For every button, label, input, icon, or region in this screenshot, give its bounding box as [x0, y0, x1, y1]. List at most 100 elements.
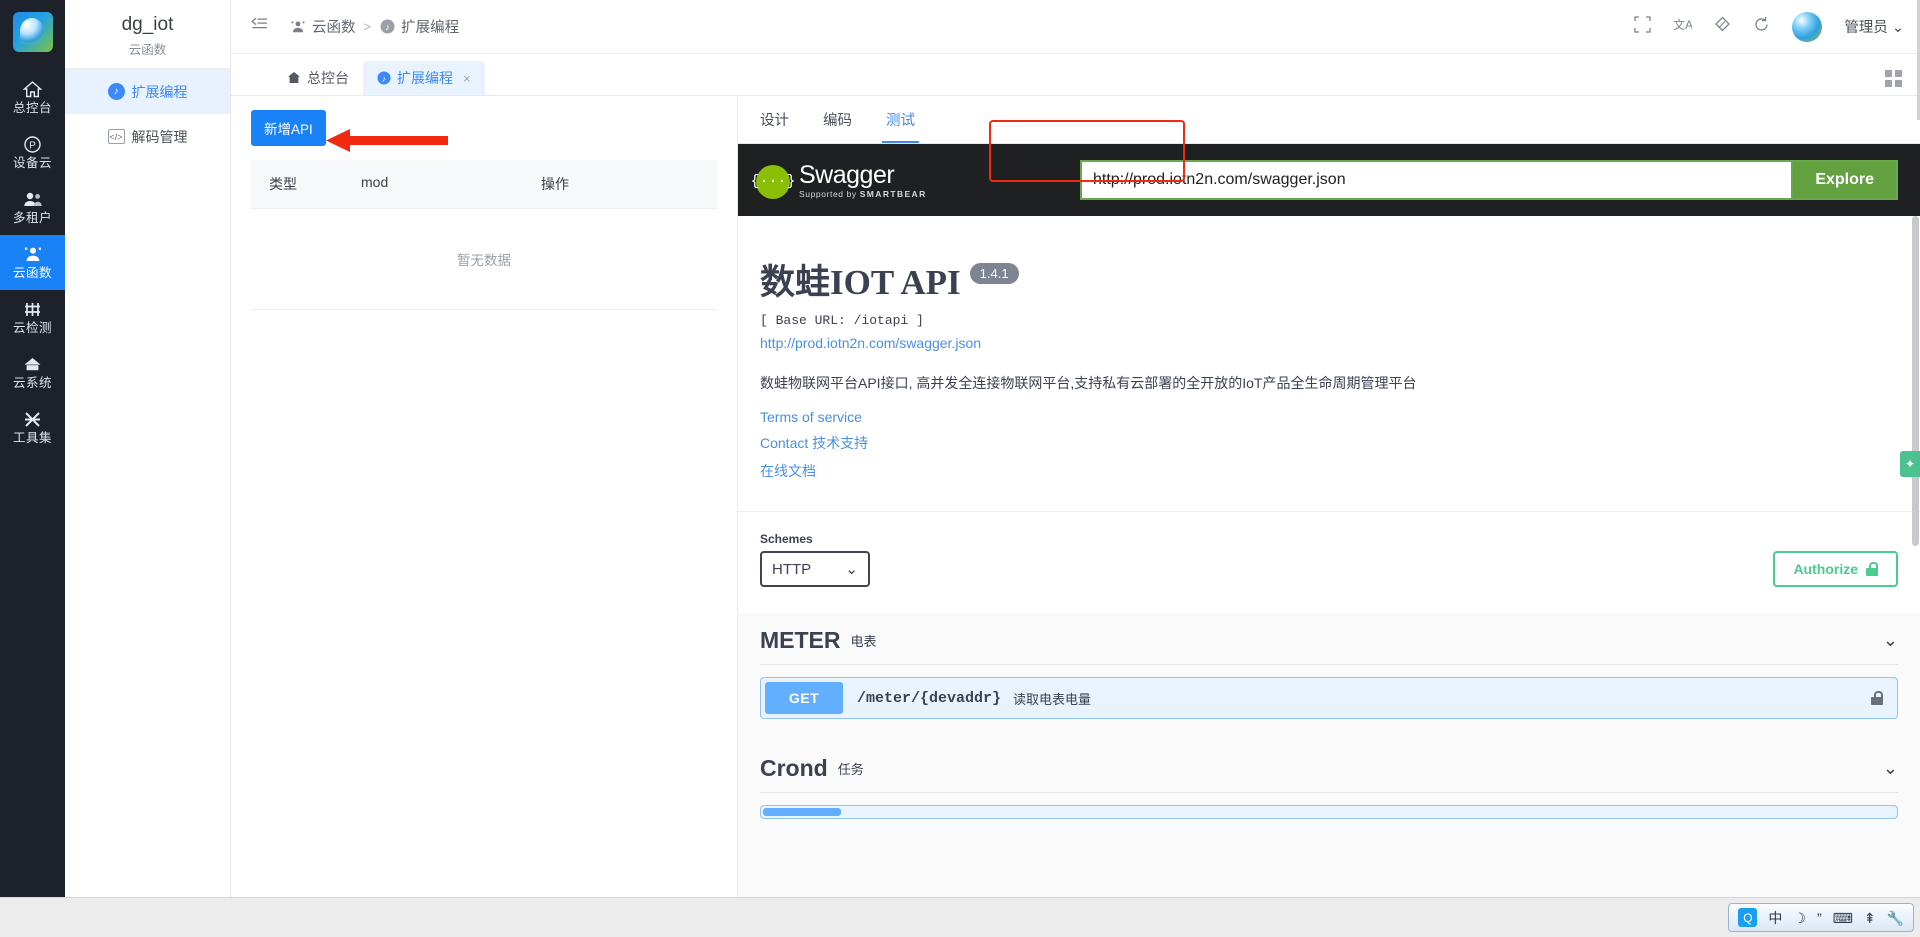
operation-row-partial[interactable] [760, 805, 1898, 819]
chevron-down-icon[interactable]: ⌄ [1883, 758, 1898, 779]
api-version-badge: 1.4.1 [969, 263, 1019, 284]
extension-icon: ♪ [379, 19, 395, 35]
lock-icon [1866, 562, 1878, 576]
collapse-menu-icon[interactable] [251, 17, 268, 36]
sidebar-item-extension-programming[interactable]: ♪ 扩展编程 [65, 69, 230, 114]
online-docs-link[interactable]: 在线文档 [760, 461, 1898, 481]
breadcrumb-item-cloud-function[interactable]: 云函数 [290, 16, 356, 37]
tab-extension-programming[interactable]: ♪ 扩展编程 × [363, 61, 485, 95]
operation-summary: 读取电表电量 [1013, 691, 1092, 707]
sidebar-item-label: 云函数 [12, 266, 52, 280]
avatar[interactable] [1792, 11, 1823, 42]
sidebar-item-multi-tenant[interactable]: 多租户 [0, 180, 65, 235]
chevron-down-icon: ⌄ [1891, 20, 1904, 36]
grid-view-icon[interactable] [1885, 70, 1902, 87]
tag-header[interactable]: METER 电表 ⌄ [760, 613, 1898, 665]
sidebar-item-label: 工具集 [12, 431, 52, 445]
breadcrumb-item-extension-programming[interactable]: ♪ 扩展编程 [379, 16, 459, 37]
cloud-detect-icon [0, 299, 65, 320]
cloud-function-icon [290, 19, 306, 35]
swagger-url-input[interactable] [1080, 160, 1792, 200]
ime-chinese-mode[interactable]: 中 [1768, 910, 1782, 926]
sidebar-item-device-cloud[interactable]: P 设备云 [0, 125, 65, 180]
api-title-text: 数蛙IOT API [760, 263, 961, 302]
swagger-scrollbar[interactable] [1911, 216, 1920, 937]
swagger-brace-icon: {···} [751, 164, 796, 199]
settings-bubble-icon[interactable]: ✦ [1900, 451, 1920, 477]
authorize-label: Authorize [1793, 561, 1858, 577]
empty-state-text: 暂无数据 [251, 209, 717, 310]
sidebar-item-cloud-system[interactable]: 云系统 [0, 345, 65, 400]
ime-wrench-icon[interactable]: 🔧 [1887, 910, 1904, 926]
project-subtitle: 云函数 [65, 39, 230, 69]
user-menu[interactable]: 管理员 ⌄ [1844, 16, 1904, 37]
tag-section-meter: METER 电表 ⌄ GET /meter/{devaddr} 读取电表电量 [738, 613, 1920, 719]
add-api-button[interactable]: 新增API [251, 110, 326, 146]
breadcrumb-separator: > [363, 19, 372, 34]
tab-testing[interactable]: 测试 [882, 96, 919, 143]
swagger-content: 数蛙IOT API 1.4.1 [ Base URL: /iotapi ] ht… [738, 216, 1920, 937]
svg-text:♪: ♪ [382, 73, 386, 83]
header-actions: 文A 管理员 ⌄ [1634, 11, 1904, 42]
sidebar-item-toolset[interactable]: 工具集 [0, 400, 65, 455]
swagger-mode-tabs: 设计 编码 测试 [738, 96, 1920, 144]
ime-punctuation-icon[interactable]: ” [1817, 910, 1822, 926]
operation-row[interactable]: GET /meter/{devaddr} 读取电表电量 [760, 677, 1898, 719]
sidebar-item-cloud-function[interactable]: 云函数 [0, 235, 65, 290]
tag-section-crond: Crond 任务 ⌄ [738, 741, 1920, 819]
tab-coding[interactable]: 编码 [823, 96, 852, 143]
theme-icon[interactable] [1714, 16, 1731, 37]
svg-text:文A: 文A [1673, 17, 1692, 32]
sidebar-item-label: 多租户 [12, 211, 52, 225]
chevron-down-icon[interactable]: ⌄ [1883, 630, 1898, 651]
sidebar-item-label: 云检测 [12, 321, 52, 335]
swagger-topbar: {···} Swagger Supported by SMARTBEAR Exp… [738, 144, 1920, 216]
tab-dashboard[interactable]: 总控台 [273, 61, 363, 95]
primary-sidebar: 总控台 P 设备云 多租户 云函数 云检测 云系统 工具集 [0, 0, 65, 937]
tag-header[interactable]: Crond 任务 ⌄ [760, 741, 1898, 793]
authorize-button[interactable]: Authorize [1773, 551, 1898, 587]
terms-of-service-link[interactable]: Terms of service [760, 409, 1898, 425]
ime-keyboard-icon[interactable]: ⌨ [1833, 910, 1853, 926]
explore-button[interactable]: Explore [1791, 160, 1898, 200]
code-icon: </> [107, 129, 125, 144]
schemes-select[interactable]: HTTP ⌄ [760, 551, 870, 587]
tab-design[interactable]: 设计 [760, 96, 789, 143]
device-cloud-icon: P [0, 134, 65, 155]
tab-label: 扩展编程 [397, 70, 453, 86]
taskbar: Q 中 ☽ ” ⌨ ⇞ 🔧 [0, 897, 1920, 937]
refresh-icon[interactable] [1753, 16, 1770, 37]
app-root: 总控台 P 设备云 多租户 云函数 云检测 云系统 工具集 dg_iot 云函数… [0, 0, 1920, 937]
api-spec-link[interactable]: http://prod.iotn2n.com/swagger.json [760, 335, 1898, 351]
lock-icon[interactable] [1871, 691, 1883, 705]
swagger-logo: {···} Swagger Supported by SMARTBEAR [751, 162, 927, 199]
schemes-label: Schemes [760, 532, 813, 546]
swagger-url-group: Explore [1080, 160, 1898, 200]
schemes-row: Schemes HTTP ⌄ Authorize [738, 511, 1920, 613]
tag-name: Crond [760, 755, 828, 781]
ime-logo-icon[interactable]: Q [1738, 908, 1758, 927]
language-icon[interactable]: 文A [1673, 16, 1693, 37]
sidebar-item-decode-management[interactable]: </> 解码管理 [65, 114, 230, 159]
secondary-sidebar: dg_iot 云函数 ♪ 扩展编程 </> 解码管理 [65, 0, 231, 937]
sidebar-item-dashboard[interactable]: 总控台 [0, 70, 65, 125]
sidebar-item-cloud-detect[interactable]: 云检测 [0, 290, 65, 345]
close-icon[interactable]: × [463, 71, 471, 86]
tab-bar: 总控台 ♪ 扩展编程 × [231, 54, 1920, 96]
fullscreen-icon[interactable] [1634, 16, 1651, 37]
tab-label: 总控台 [307, 70, 349, 86]
schemes-group: Schemes HTTP ⌄ [760, 532, 870, 587]
api-title: 数蛙IOT API 1.4.1 [760, 254, 1898, 305]
http-method-badge: GET [765, 682, 843, 714]
ime-toolbar: Q 中 ☽ ” ⌨ ⇞ 🔧 [1728, 903, 1914, 932]
api-table: 类型 mod 操作 暂无数据 [251, 160, 717, 310]
tag-description: 任务 [837, 762, 864, 777]
api-description: 数蛙物联网平台API接口, 高并发全连接物联网平台,支持私有云部署的全开放的Io… [760, 375, 1417, 391]
chevron-down-icon: ⌄ [845, 561, 858, 578]
ime-moon-icon[interactable]: ☽ [1793, 910, 1806, 926]
swagger-info-block: 数蛙IOT API 1.4.1 [ Base URL: /iotapi ] ht… [738, 216, 1920, 511]
ime-tool-icon[interactable]: ⇞ [1864, 910, 1876, 926]
breadcrumb-label: 扩展编程 [401, 20, 460, 36]
contact-link[interactable]: Contact 技术支持 [760, 433, 1898, 453]
http-method-badge [763, 808, 841, 816]
